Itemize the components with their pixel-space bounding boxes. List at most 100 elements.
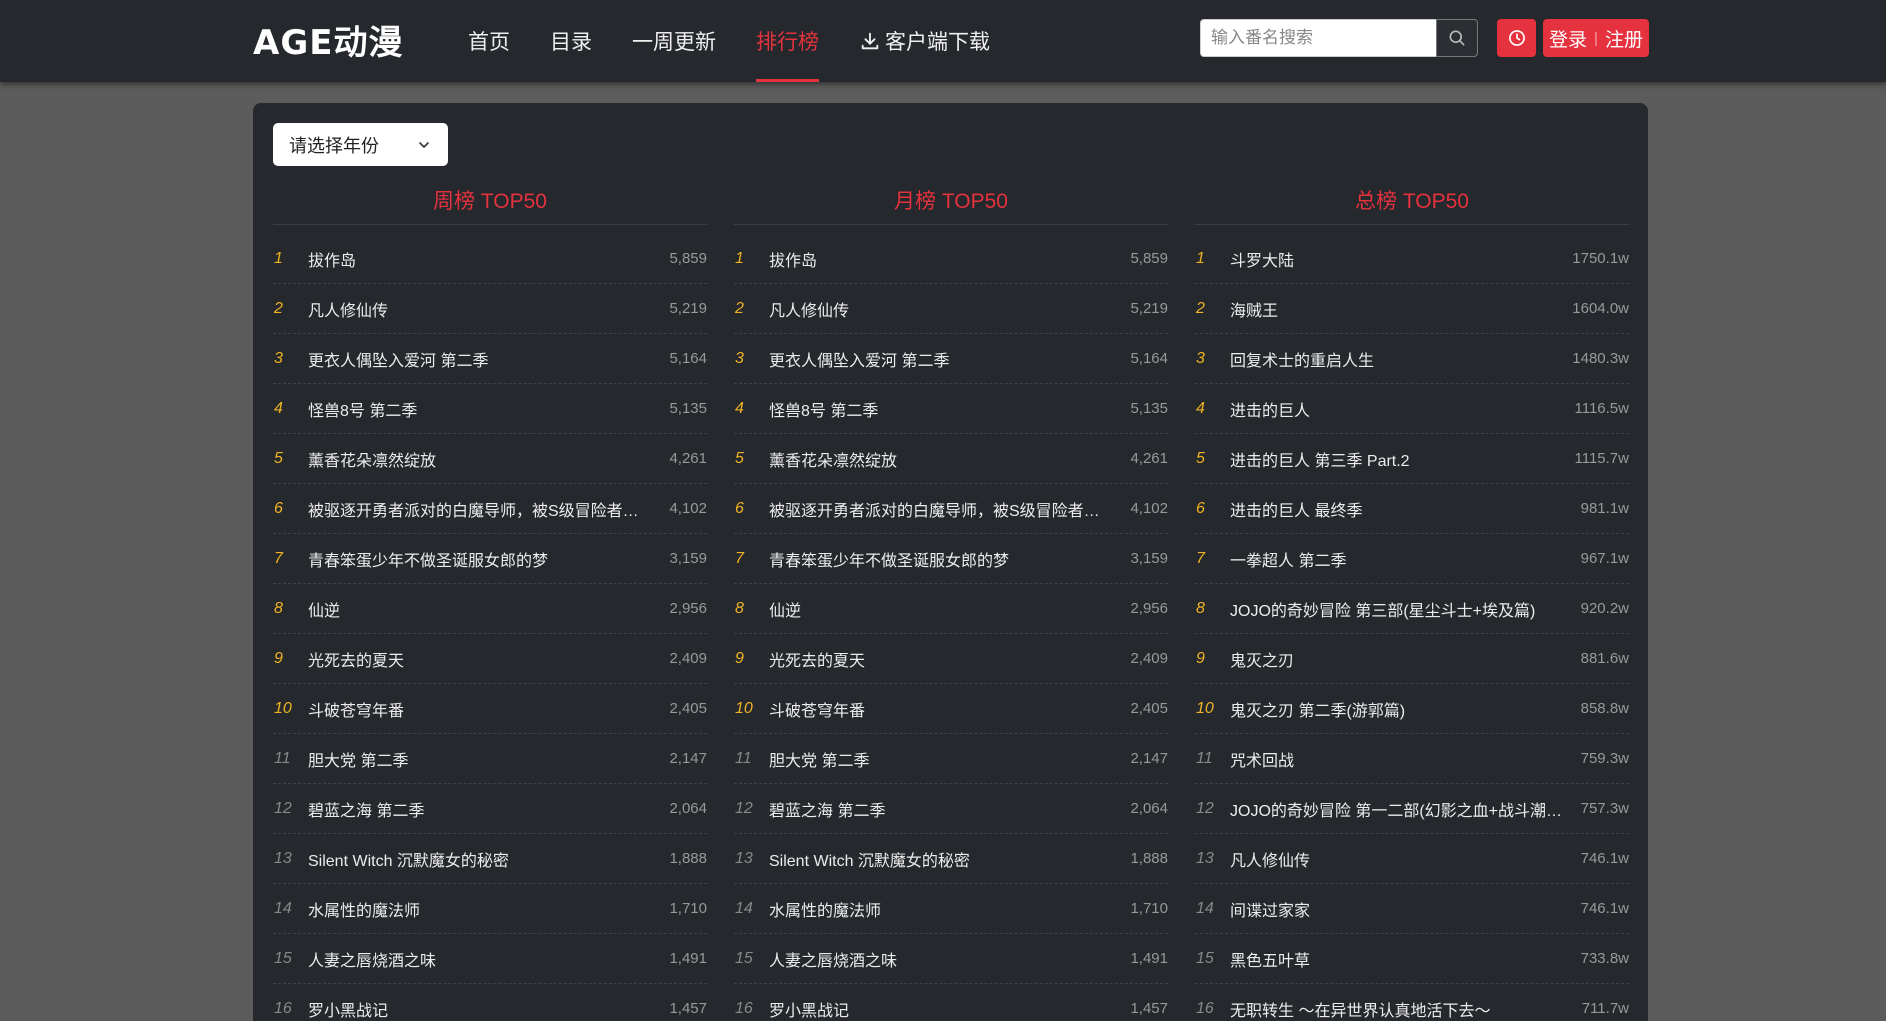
anime-title-link[interactable]: 水属性的魔法师: [308, 897, 669, 921]
ranking-row[interactable]: 5 薰香花朵凛然绽放 4,261: [734, 434, 1168, 484]
anime-title-link[interactable]: Silent Witch 沉默魔女的秘密: [308, 847, 669, 871]
ranking-row[interactable]: 3 回复术士的重启人生 1480.3w: [1195, 334, 1629, 384]
ranking-row[interactable]: 2 凡人修仙传 5,219: [734, 284, 1168, 334]
anime-title-link[interactable]: 海贼王: [1230, 297, 1572, 321]
ranking-row[interactable]: 6 进击的巨人 最终季 981.1w: [1195, 484, 1629, 534]
ranking-row[interactable]: 9 光死去的夏天 2,409: [734, 634, 1168, 684]
anime-title-link[interactable]: JOJO的奇妙冒险 第一二部(幻影之血+战斗潮…: [1230, 797, 1581, 821]
anime-title-link[interactable]: 拔作岛: [769, 247, 1130, 271]
anime-title-link[interactable]: 怪兽8号 第二季: [308, 397, 669, 421]
anime-title-link[interactable]: 一拳超人 第二季: [1230, 547, 1581, 571]
anime-title-link[interactable]: 罗小黑战记: [308, 997, 669, 1021]
ranking-row[interactable]: 8 JOJO的奇妙冒险 第三部(星尘斗士+埃及篇) 920.2w: [1195, 584, 1629, 634]
ranking-row[interactable]: 11 胆大党 第二季 2,147: [273, 734, 707, 784]
ranking-row[interactable]: 2 凡人修仙传 5,219: [273, 284, 707, 334]
ranking-row[interactable]: 12 碧蓝之海 第二季 2,064: [734, 784, 1168, 834]
anime-title-link[interactable]: 碧蓝之海 第二季: [769, 797, 1130, 821]
anime-title-link[interactable]: 被驱逐开勇者派对的白魔导师，被S级冒险者…: [769, 497, 1130, 521]
anime-title-link[interactable]: 鬼灭之刃 第二季(游郭篇): [1230, 697, 1581, 721]
ranking-row[interactable]: 13 Silent Witch 沉默魔女的秘密 1,888: [734, 834, 1168, 884]
ranking-row[interactable]: 1 斗罗大陆 1750.1w: [1195, 234, 1629, 284]
site-logo[interactable]: AGE动漫: [253, 18, 403, 63]
anime-title-link[interactable]: 咒术回战: [1230, 747, 1581, 771]
search-button[interactable]: [1436, 19, 1478, 57]
anime-title-link[interactable]: 胆大党 第二季: [308, 747, 669, 771]
ranking-row[interactable]: 4 进击的巨人 1116.5w: [1195, 384, 1629, 434]
ranking-row[interactable]: 9 鬼灭之刃 881.6w: [1195, 634, 1629, 684]
nav-client-download[interactable]: 客户端下载: [859, 0, 990, 82]
ranking-row[interactable]: 8 仙逆 2,956: [734, 584, 1168, 634]
login-label[interactable]: 登录: [1549, 25, 1587, 52]
ranking-row[interactable]: 3 更衣人偶坠入爱河 第二季 5,164: [273, 334, 707, 384]
ranking-row[interactable]: 12 碧蓝之海 第二季 2,064: [273, 784, 707, 834]
anime-title-link[interactable]: 更衣人偶坠入爱河 第二季: [769, 347, 1130, 371]
ranking-row[interactable]: 7 青春笨蛋少年不做圣诞服女郎的梦 3,159: [734, 534, 1168, 584]
ranking-row[interactable]: 6 被驱逐开勇者派对的白魔导师，被S级冒险者… 4,102: [273, 484, 707, 534]
ranking-row[interactable]: 9 光死去的夏天 2,409: [273, 634, 707, 684]
anime-title-link[interactable]: JOJO的奇妙冒险 第三部(星尘斗士+埃及篇): [1230, 597, 1581, 621]
ranking-row[interactable]: 12 JOJO的奇妙冒险 第一二部(幻影之血+战斗潮… 757.3w: [1195, 784, 1629, 834]
anime-title-link[interactable]: 回复术士的重启人生: [1230, 347, 1572, 371]
anime-title-link[interactable]: 碧蓝之海 第二季: [308, 797, 669, 821]
year-select[interactable]: 请选择年份: [273, 123, 448, 166]
ranking-row[interactable]: 3 更衣人偶坠入爱河 第二季 5,164: [734, 334, 1168, 384]
anime-title-link[interactable]: 进击的巨人 第三季 Part.2: [1230, 447, 1575, 471]
anime-title-link[interactable]: 水属性的魔法师: [769, 897, 1130, 921]
ranking-row[interactable]: 7 一拳超人 第二季 967.1w: [1195, 534, 1629, 584]
ranking-row[interactable]: 14 间谍过家家 746.1w: [1195, 884, 1629, 934]
nav-rankings[interactable]: 排行榜: [756, 0, 819, 82]
anime-title-link[interactable]: 鬼灭之刃: [1230, 647, 1581, 671]
ranking-row[interactable]: 14 水属性的魔法师 1,710: [734, 884, 1168, 934]
ranking-row[interactable]: 16 罗小黑战记 1,457: [273, 984, 707, 1021]
anime-title-link[interactable]: 薰香花朵凛然绽放: [308, 447, 669, 471]
ranking-row[interactable]: 4 怪兽8号 第二季 5,135: [273, 384, 707, 434]
anime-title-link[interactable]: 薰香花朵凛然绽放: [769, 447, 1130, 471]
ranking-row[interactable]: 10 斗破苍穹年番 2,405: [273, 684, 707, 734]
anime-title-link[interactable]: 光死去的夏天: [769, 647, 1130, 671]
ranking-row[interactable]: 11 咒术回战 759.3w: [1195, 734, 1629, 784]
login-register-button[interactable]: 登录 | 注册: [1543, 19, 1649, 57]
ranking-row[interactable]: 16 罗小黑战记 1,457: [734, 984, 1168, 1021]
anime-title-link[interactable]: 凡人修仙传: [1230, 847, 1581, 871]
ranking-row[interactable]: 15 人妻之唇烧酒之味 1,491: [273, 934, 707, 984]
anime-title-link[interactable]: 无职转生 ～在异世界认真地活下去～: [1230, 997, 1582, 1021]
ranking-row[interactable]: 15 黑色五叶草 733.8w: [1195, 934, 1629, 984]
anime-title-link[interactable]: 进击的巨人 最终季: [1230, 497, 1581, 521]
ranking-row[interactable]: 14 水属性的魔法师 1,710: [273, 884, 707, 934]
nav-home[interactable]: 首页: [468, 0, 510, 82]
ranking-row[interactable]: 13 凡人修仙传 746.1w: [1195, 834, 1629, 884]
anime-title-link[interactable]: 斗破苍穹年番: [769, 697, 1130, 721]
ranking-row[interactable]: 15 人妻之唇烧酒之味 1,491: [734, 934, 1168, 984]
anime-title-link[interactable]: 人妻之唇烧酒之味: [769, 947, 1130, 971]
register-label[interactable]: 注册: [1605, 25, 1643, 52]
ranking-row[interactable]: 10 鬼灭之刃 第二季(游郭篇) 858.8w: [1195, 684, 1629, 734]
ranking-row[interactable]: 8 仙逆 2,956: [273, 584, 707, 634]
history-button[interactable]: [1497, 19, 1536, 57]
search-input[interactable]: [1200, 19, 1436, 57]
anime-title-link[interactable]: 罗小黑战记: [769, 997, 1130, 1021]
anime-title-link[interactable]: 斗破苍穹年番: [308, 697, 669, 721]
ranking-row[interactable]: 1 拔作岛 5,859: [734, 234, 1168, 284]
ranking-row[interactable]: 4 怪兽8号 第二季 5,135: [734, 384, 1168, 434]
anime-title-link[interactable]: 斗罗大陆: [1230, 247, 1572, 271]
anime-title-link[interactable]: 青春笨蛋少年不做圣诞服女郎的梦: [308, 547, 669, 571]
anime-title-link[interactable]: 黑色五叶草: [1230, 947, 1581, 971]
anime-title-link[interactable]: 间谍过家家: [1230, 897, 1581, 921]
ranking-row[interactable]: 6 被驱逐开勇者派对的白魔导师，被S级冒险者… 4,102: [734, 484, 1168, 534]
ranking-row[interactable]: 16 无职转生 ～在异世界认真地活下去～ 711.7w: [1195, 984, 1629, 1021]
anime-title-link[interactable]: 被驱逐开勇者派对的白魔导师，被S级冒险者…: [308, 497, 669, 521]
anime-title-link[interactable]: 凡人修仙传: [769, 297, 1130, 321]
ranking-row[interactable]: 11 胆大党 第二季 2,147: [734, 734, 1168, 784]
ranking-row[interactable]: 13 Silent Witch 沉默魔女的秘密 1,888: [273, 834, 707, 884]
anime-title-link[interactable]: 怪兽8号 第二季: [769, 397, 1130, 421]
anime-title-link[interactable]: Silent Witch 沉默魔女的秘密: [769, 847, 1130, 871]
ranking-row[interactable]: 5 薰香花朵凛然绽放 4,261: [273, 434, 707, 484]
anime-title-link[interactable]: 进击的巨人: [1230, 397, 1575, 421]
ranking-row[interactable]: 7 青春笨蛋少年不做圣诞服女郎的梦 3,159: [273, 534, 707, 584]
nav-catalog[interactable]: 目录: [550, 0, 592, 82]
anime-title-link[interactable]: 胆大党 第二季: [769, 747, 1130, 771]
anime-title-link[interactable]: 光死去的夏天: [308, 647, 669, 671]
anime-title-link[interactable]: 仙逆: [308, 597, 669, 621]
anime-title-link[interactable]: 人妻之唇烧酒之味: [308, 947, 669, 971]
ranking-row[interactable]: 2 海贼王 1604.0w: [1195, 284, 1629, 334]
